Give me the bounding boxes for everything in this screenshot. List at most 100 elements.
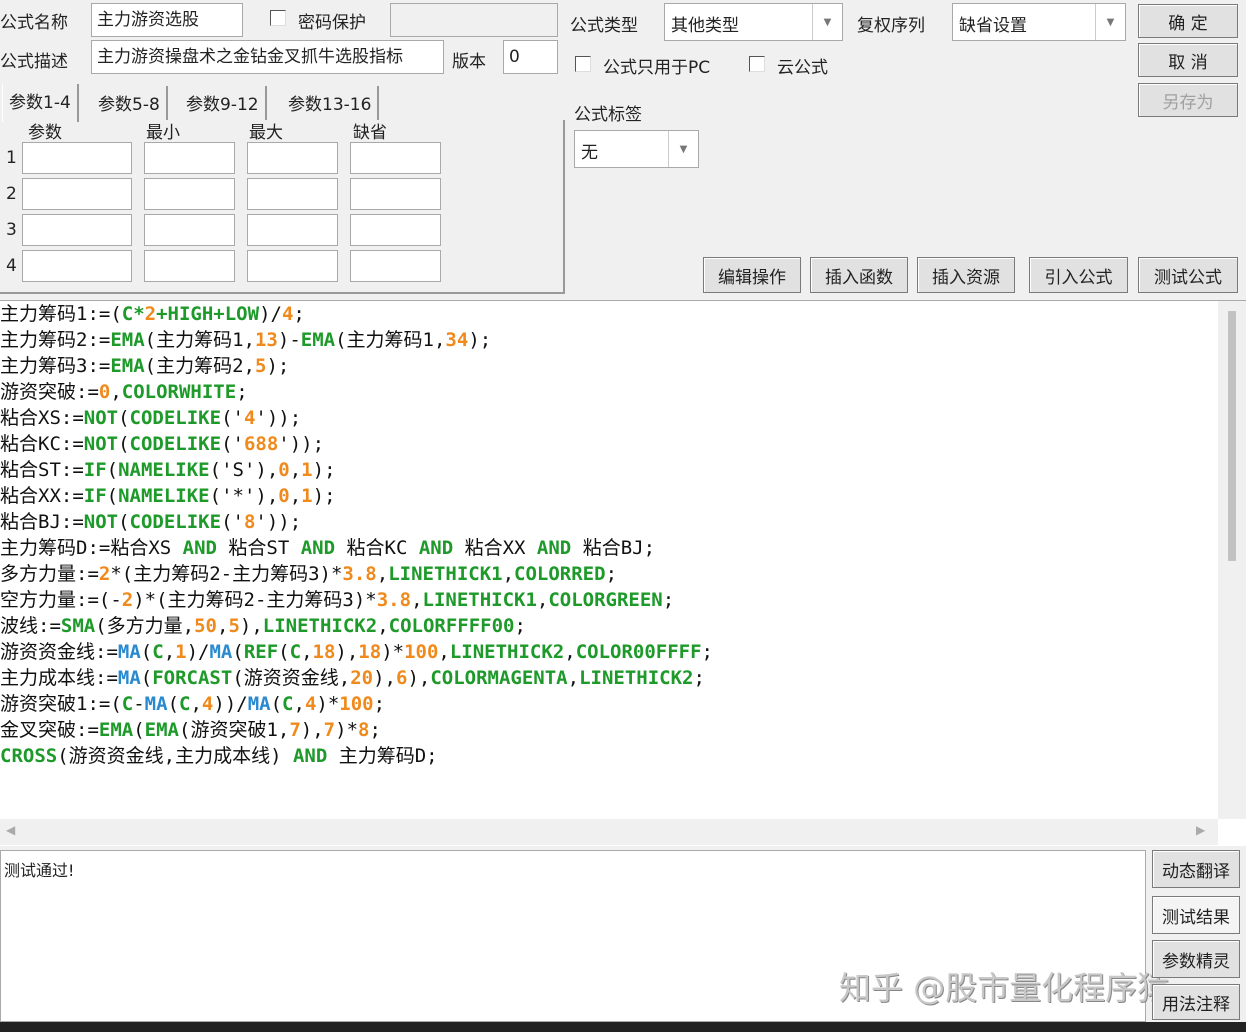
code-number: 18 (312, 641, 336, 663)
param-min-input-2[interactable] (144, 178, 235, 210)
code-number: 34 (445, 329, 469, 351)
cloud-checkbox[interactable] (749, 56, 765, 72)
password-input[interactable] (390, 3, 558, 37)
password-checkbox[interactable] (270, 10, 286, 26)
param-default-input-2[interactable] (350, 178, 441, 210)
code-text: ; (514, 615, 526, 637)
param-default-input-1[interactable] (350, 142, 441, 174)
code-keyword: COLORFFFF00 (388, 615, 515, 637)
code-keyword: EMA (98, 719, 134, 741)
code-line: 主力筹码3:=EMA(主力筹码2,5); (0, 353, 289, 379)
tag-label: 公式标签 (574, 105, 642, 125)
code-text: 主力筹码D; (327, 745, 438, 767)
version-label: 版本 (452, 52, 486, 72)
param-header-default: 缺省 (353, 123, 387, 143)
code-keyword: C (282, 693, 294, 715)
code-text: ), (373, 667, 396, 689)
watermark: 知乎 @股市量化程序猿 (839, 969, 1170, 1007)
formula-name-input[interactable]: 主力游资选股 (91, 3, 243, 37)
formula-desc-input[interactable]: 主力游资操盘术之金钻金叉抓牛选股指标 (91, 40, 444, 74)
code-number: 7 (323, 719, 336, 741)
code-number: 100 (339, 693, 374, 715)
code-text: ; (662, 589, 675, 611)
code-text: , (377, 615, 389, 637)
param-max-input-3[interactable] (247, 214, 338, 246)
code-number: 4 (304, 693, 317, 715)
code-text: )/ (186, 641, 210, 663)
code-text: 主力筹码2:= (0, 329, 111, 351)
code-ma-function: MA (247, 693, 271, 715)
vertical-scrollbar[interactable] (1218, 301, 1246, 819)
code-text: 游资突破:= (0, 381, 99, 403)
ok-button[interactable]: 确 定 (1138, 4, 1238, 38)
param-name-input-3[interactable] (22, 214, 132, 246)
tab-params-9-12[interactable]: 参数9-12 (180, 86, 267, 120)
insert-function-button[interactable]: 插入函数 (810, 257, 908, 293)
edit-operations-button[interactable]: 编辑操作 (703, 257, 801, 293)
param-min-input-4[interactable] (144, 250, 235, 282)
param-name-input-1[interactable] (22, 142, 132, 174)
code-text: , (438, 641, 450, 663)
code-keyword: NOT (83, 407, 119, 429)
code-ma-function: MA (144, 693, 168, 715)
param-min-input-1[interactable] (144, 142, 235, 174)
test-result-button[interactable]: 测试结果 (1152, 896, 1240, 934)
scroll-left-icon[interactable]: ◀ (6, 823, 15, 837)
param-default-input-4[interactable] (350, 250, 441, 282)
code-keyword: LINETHICK2 (579, 667, 694, 689)
code-ma-function: MA (117, 667, 141, 689)
code-number: 8 (243, 511, 256, 533)
code-text: 游资资金线:= (0, 641, 118, 663)
code-keyword: C (121, 693, 134, 715)
param-default-input-3[interactable] (350, 214, 441, 246)
param-name-input-2[interactable] (22, 178, 132, 210)
horizontal-scrollbar[interactable]: ◀ ▶ (0, 819, 1218, 845)
code-text: ( (140, 641, 153, 663)
code-text: (' (221, 407, 244, 429)
test-formula-button[interactable]: 测试公式 (1138, 257, 1238, 293)
rights-select[interactable]: 缺省设置 ▼ (952, 3, 1126, 41)
code-keyword: C (289, 641, 302, 663)
code-line: 粘合BJ:=NOT(CODELIKE('8')); (0, 509, 301, 535)
code-keyword: IF (83, 459, 107, 481)
param-wizard-button[interactable]: 参数精灵 (1152, 940, 1240, 978)
code-keyword: LINETHICK1 (422, 589, 537, 611)
code-text: ( (118, 407, 130, 429)
name-label: 公式名称 (0, 13, 68, 33)
pc-only-checkbox[interactable] (575, 56, 591, 72)
code-number: 4 (243, 407, 256, 429)
param-min-input-3[interactable] (144, 214, 235, 246)
scrollbar-thumb[interactable] (1228, 311, 1236, 561)
param-header-max: 最大 (249, 123, 283, 143)
dynamic-translate-button[interactable]: 动态翻译 (1152, 850, 1240, 888)
tab-params-1-4[interactable]: 参数1-4 (2, 84, 79, 122)
code-text: , (564, 641, 576, 663)
tab-params-5-8[interactable]: 参数5-8 (92, 86, 168, 120)
formula-type-select[interactable]: 其他类型 ▼ (664, 3, 843, 41)
code-text: 金叉突破:= (0, 719, 99, 741)
code-text: ( (118, 511, 130, 533)
code-text: 空方力量:=(- (0, 589, 122, 611)
param-max-input-2[interactable] (247, 178, 338, 210)
usage-notes-button[interactable]: 用法注释 (1152, 984, 1240, 1020)
code-text: , (293, 693, 305, 715)
code-text: ), (239, 615, 263, 637)
code-text: ( (133, 719, 145, 741)
tag-select[interactable]: 无 ▼ (574, 130, 699, 168)
code-number: 1 (175, 641, 187, 663)
cancel-button[interactable]: 取 消 (1138, 43, 1238, 77)
code-text: 主力筹码D:=粘合XS (0, 537, 183, 559)
import-formula-button[interactable]: 引入公式 (1029, 257, 1128, 293)
tab-params-13-16[interactable]: 参数13-16 (282, 86, 380, 120)
code-line: 粘合XS:=NOT(CODELIKE('4')); (0, 405, 301, 431)
param-max-input-4[interactable] (247, 250, 338, 282)
version-input[interactable]: 0 (503, 40, 558, 74)
code-editor[interactable]: 主力筹码1:=(C*2+HIGH+LOW)/4; 主力筹码2:=EMA(主力筹码1… (0, 300, 1246, 846)
insert-resource-button[interactable]: 插入资源 (917, 257, 1015, 293)
code-number: 7 (289, 719, 301, 741)
scroll-right-icon[interactable]: ▶ (1196, 823, 1205, 837)
type-label: 公式类型 (570, 16, 638, 36)
param-max-input-1[interactable] (247, 142, 338, 174)
param-name-input-4[interactable] (22, 250, 132, 282)
save-as-button[interactable]: 另存为 (1138, 83, 1238, 117)
